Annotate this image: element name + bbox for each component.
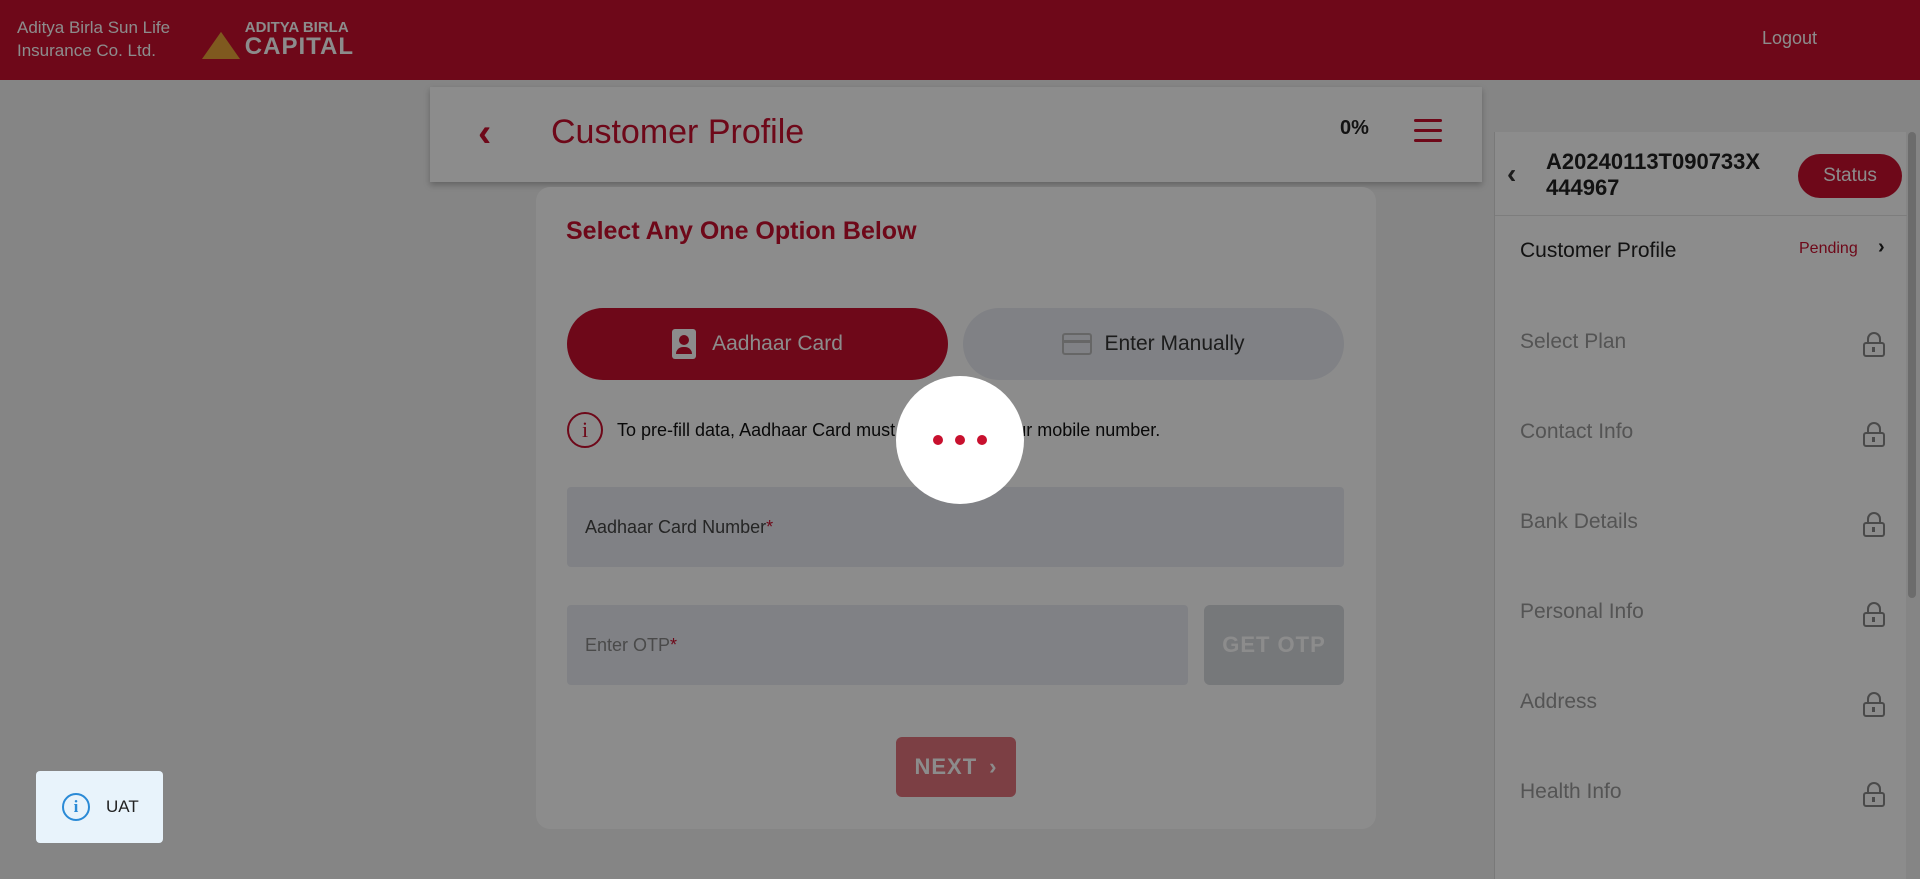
environment-label: UAT xyxy=(106,797,139,816)
loader-dots-icon xyxy=(896,376,1024,504)
environment-badge: i UAT xyxy=(36,771,163,843)
info-icon: i xyxy=(62,793,90,821)
